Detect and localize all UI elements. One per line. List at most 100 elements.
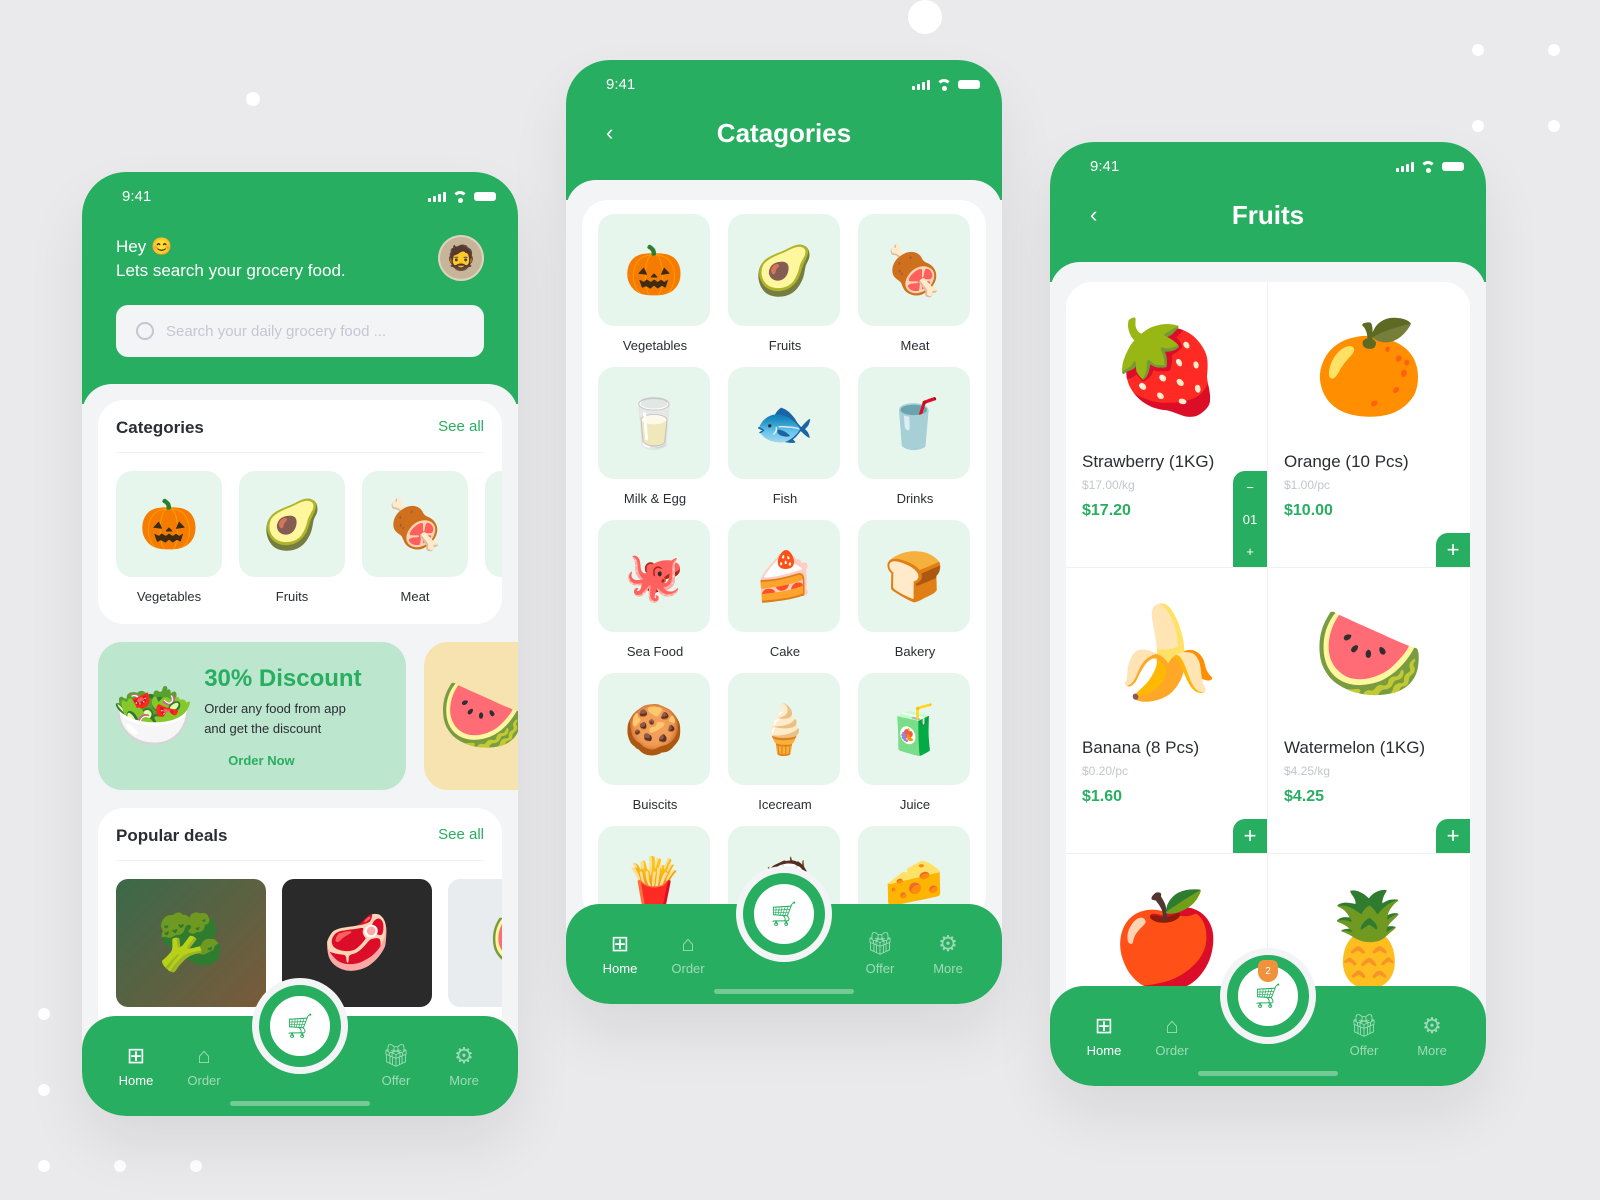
bottom-nav: ⊞ Home ⌂ Order 🎁︎ Offer ⚙︎ More 🛒︎ [82,978,518,1116]
minus-button[interactable]: − [1246,480,1254,495]
category-label: Vegetables [622,338,688,353]
category-item[interactable]: 🍰 Cake [728,520,842,659]
nav-more[interactable]: ⚙︎ More [430,1042,498,1088]
nav-home[interactable]: ⊞ Home [1070,1014,1138,1058]
nav-more[interactable]: ⚙︎ More [1398,1014,1466,1058]
nav-offer[interactable]: 🎁︎ Offer [846,932,914,976]
category-item[interactable]: 🥑 Fruits [239,471,345,604]
category-item[interactable]: 🧃 Juice [858,673,972,812]
categories-title: Categories [116,418,204,437]
product-price: $10.00 [1284,502,1333,519]
category-item[interactable]: 🐟 Fish [728,367,842,506]
cart-button[interactable]: 🛒︎ 2 [1227,955,1309,1037]
bottom-nav: ⊞ Home ⌂ Order 🎁︎ Offer ⚙︎ More 🛒︎ 2 [1050,948,1486,1086]
status-time: 9:41 [122,188,152,205]
cart-count-badge: 2 [1258,960,1278,982]
promo-title: 30% Discount [204,664,362,692]
home-indicator [230,1101,370,1106]
nav-order[interactable]: ⌂ Order [654,930,722,976]
nav-home[interactable]: ⊞ Home [586,932,654,976]
category-item[interactable]: 🥤 Drinks [858,367,972,506]
avatar[interactable]: 🧔 [438,235,484,281]
category-icon: 🎃 [598,214,710,326]
wifi-icon [1420,160,1436,173]
nav-order[interactable]: ⌂ Order [1138,1014,1206,1058]
gift-icon: 🎁︎ [382,1042,410,1068]
quantity-stepper[interactable]: − 01 + [1233,471,1267,567]
category-item[interactable]: 🥛 Milk & Egg [598,367,712,506]
category-label: Bakery [894,644,936,659]
cart-icon: 🛒︎ [284,1012,316,1040]
search-input[interactable]: Search your daily grocery food ... [116,305,484,357]
store-icon: ⌂ [681,930,695,956]
product-name: Banana (8 Pcs) [1082,738,1200,757]
product-unit-price: $0.20/pc [1082,764,1129,778]
category-icon: 🍪 [598,673,710,785]
category-icon: 🐙 [598,520,710,632]
categories-see-all-link[interactable]: See all [438,418,484,438]
deal-vegetables-image[interactable]: 🥦 [116,879,266,1007]
nav-more[interactable]: ⚙︎ More [914,932,982,976]
add-to-cart-button[interactable]: + [1233,819,1267,853]
category-item[interactable]: 🍖 Meat [858,214,972,353]
category-icon: 🐟 [728,367,840,479]
category-item[interactable]: 🐙 Sea Food [598,520,712,659]
home-indicator [1198,1071,1338,1076]
product-unit-price: $1.00/pc [1284,478,1331,492]
back-button[interactable]: ‹ [1090,202,1097,228]
product-image: 🍌 [1110,603,1223,704]
store-icon: ⌂ [197,1042,211,1068]
sliders-icon: ⚙︎ [454,1042,474,1068]
category-label: Buiscits [632,797,678,812]
fruit-bowl-icon: 🍉 [438,676,518,754]
category-item[interactable]: 🍖 Meat [362,471,468,604]
plus-button[interactable]: + [1246,544,1254,559]
category-item[interactable] [485,471,502,577]
nav-home[interactable]: ⊞ Home [102,1044,170,1088]
category-icon: 🥤 [858,367,970,479]
battery-icon [958,80,980,89]
signal-icon [1396,161,1414,172]
add-to-cart-button[interactable]: + [1436,819,1470,853]
page-title: Catagories [716,117,852,148]
product-image: 🍊 [1312,317,1426,418]
nav-offer[interactable]: 🎁︎ Offer [1330,1014,1398,1058]
signal-icon [912,79,930,90]
category-item[interactable]: 🎃 Vegetables [116,471,222,604]
status-time: 9:41 [606,76,636,93]
product-card[interactable]: 🍌 Banana (8 Pcs) $0.20/pc $1.60 + [1066,568,1268,854]
categories-screen: 9:41 ‹ Catagories 🎃 Vegetables 🥑 Fruits 🍖 Meat… [566,60,1002,1004]
nav-order[interactable]: ⌂ Order [170,1042,238,1088]
cart-button[interactable]: 🛒︎ [259,985,341,1067]
category-item[interactable]: 🍞 Bakery [858,520,972,659]
popular-see-all-link[interactable]: See all [438,826,484,846]
add-to-cart-button[interactable]: + [1436,533,1470,567]
cart-button[interactable]: 🛒︎ [743,873,825,955]
home-screen: 9:41 Hey 😊 Lets search your grocery food… [82,172,518,1116]
promo-banner[interactable]: 🥗 30% Discount Order any food from app a… [98,642,406,790]
product-price: $17.20 [1082,502,1131,519]
category-item[interactable]: 🥑 Fruits [728,214,842,353]
category-item[interactable]: 🎃 Vegetables [598,214,712,353]
status-icons [912,78,980,91]
product-card[interactable]: 🍉 Watermelon (1KG) $4.25/kg $4.25 + [1268,568,1470,854]
category-item[interactable]: 🍪 Buiscits [598,673,712,812]
cart-icon: 🛒︎ [1252,982,1284,1010]
category-item[interactable]: 🍦 Icecream [728,673,842,812]
order-now-link[interactable]: Order Now [204,753,364,768]
category-label: Juice [899,797,931,812]
product-card[interactable]: 🍓 Strawberry (1KG) $17.00/kg $17.20 − 01 + [1066,282,1268,568]
wifi-icon [936,78,952,91]
nav-offer[interactable]: 🎁︎ Offer [362,1042,430,1088]
product-name: Orange (10 Pcs) [1284,452,1409,471]
promo-text: Order any food from app and get the disc… [204,700,346,736]
categories-grid: 🎃 Vegetables 🥑 Fruits 🍖 Meat 🥛 Milk & Egg 🐟 Fish 🥤… [582,200,986,920]
avocado-icon: 🥑 [239,471,345,577]
category-label: Icecream [758,797,812,812]
page-title: Fruits [1231,199,1305,230]
promo-banner-2[interactable]: 🍉 [424,642,518,790]
back-button[interactable]: ‹ [606,120,613,146]
product-card[interactable]: 🍊 Orange (10 Pcs) $1.00/pc $10.00 + [1268,282,1470,568]
deal-fruits-image[interactable]: 🍉 [448,879,502,1007]
battery-icon [1442,162,1464,171]
